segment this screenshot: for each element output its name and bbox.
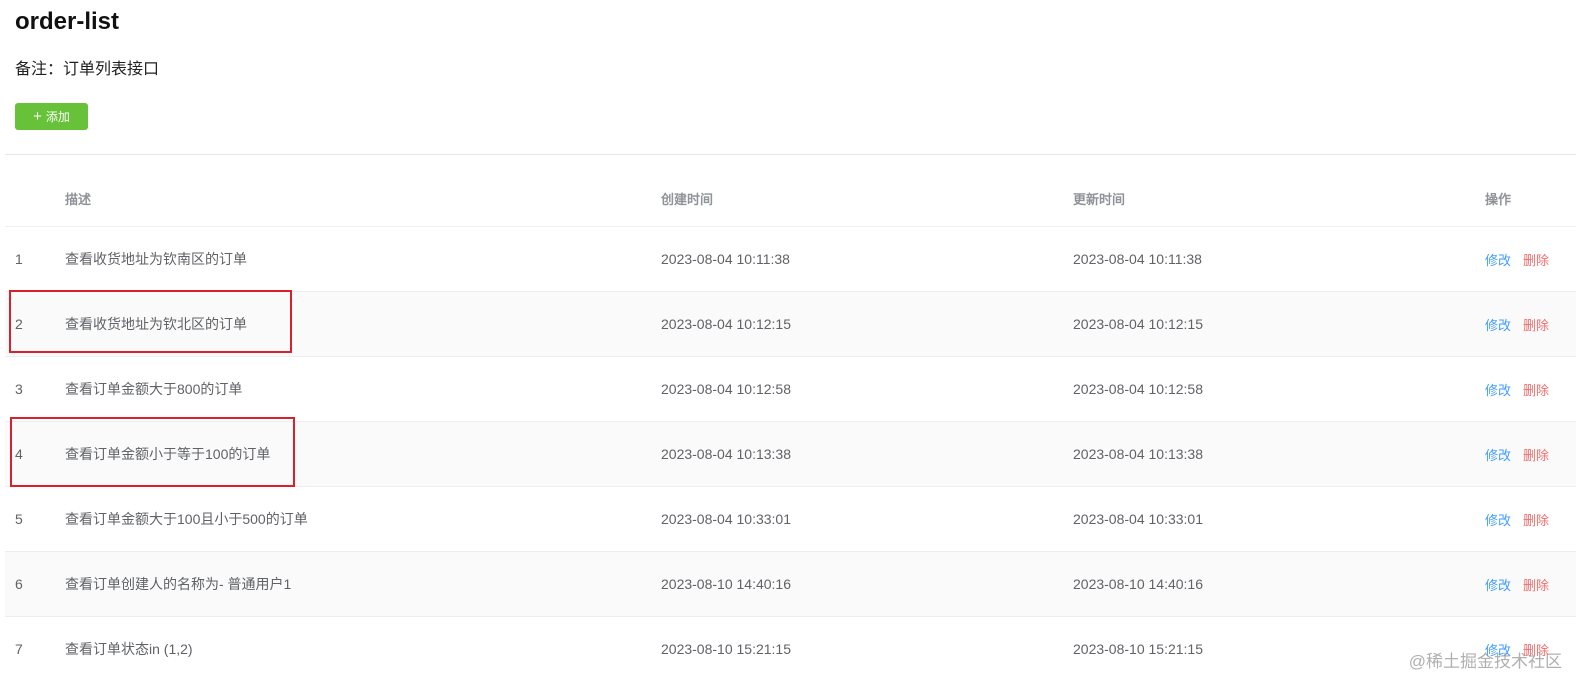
edit-link[interactable]: 修改	[1485, 510, 1511, 529]
row-updated-time: 2023-08-04 10:12:58	[1073, 381, 1203, 397]
table-row: 6 查看订单创建人的名称为- 普通用户1 2023-08-10 14:40:16 20…	[5, 552, 1576, 617]
row-actions: 修改 删除	[1485, 227, 1549, 291]
table-row: 2 查看收货地址为钦北区的订单 2023-08-04 10:12:15 2023-08…	[5, 292, 1576, 357]
table-row: 5 查看订单金额大于100且小于500的订单 2023-08-04 10:33:01…	[5, 487, 1576, 552]
plus-icon: +	[33, 107, 42, 125]
order-table: 描述 创建时间 更新时间 操作 1 查看收货地址为钦南区的订单 2023-08-04…	[5, 170, 1576, 680]
row-actions: 修改 删除	[1485, 487, 1549, 551]
row-updated-time: 2023-08-04 10:33:01	[1073, 511, 1203, 527]
delete-link[interactable]: 删除	[1523, 575, 1549, 594]
delete-link[interactable]: 删除	[1523, 445, 1549, 464]
header-description: 描述	[65, 191, 92, 207]
delete-link[interactable]: 删除	[1523, 315, 1549, 334]
row-actions: 修改 删除	[1485, 422, 1549, 486]
row-index: 4	[15, 446, 23, 462]
add-button-label: 添加	[45, 110, 70, 124]
add-button[interactable]: + 添加	[15, 103, 88, 130]
row-index: 1	[15, 251, 23, 267]
edit-link[interactable]: 修改	[1485, 575, 1511, 594]
row-index: 6	[15, 576, 23, 592]
table-row: 4 查看订单金额小于等于100的订单 2023-08-04 10:13:38 2023…	[5, 422, 1576, 487]
delete-link[interactable]: 删除	[1523, 510, 1549, 529]
row-actions: 修改 删除	[1485, 357, 1549, 421]
header-actions: 操作	[1485, 191, 1512, 207]
watermark: @稀土掘金技术社区	[1408, 652, 1562, 671]
row-description: 查看订单创建人的名称为- 普通用户1	[65, 576, 292, 592]
row-updated-time: 2023-08-10 15:21:15	[1073, 641, 1203, 657]
row-description: 查看订单金额小于等于100的订单	[65, 446, 271, 462]
delete-link[interactable]: 删除	[1523, 380, 1549, 399]
edit-link[interactable]: 修改	[1485, 445, 1511, 464]
page: order-list 备注：订单列表接口 + 添加 描述 创建时间 更新时间 操…	[0, 0, 1576, 680]
row-description: 查看收货地址为钦南区的订单	[65, 251, 247, 267]
page-remark: 备注：订单列表接口	[15, 61, 160, 78]
row-actions: 修改 删除	[1485, 552, 1549, 616]
row-created-time: 2023-08-04 10:12:15	[661, 316, 791, 332]
edit-link[interactable]: 修改	[1485, 250, 1511, 269]
row-actions: 修改 删除	[1485, 292, 1549, 356]
header-created-time: 创建时间	[661, 191, 714, 207]
divider	[5, 154, 1576, 155]
table-header: 描述 创建时间 更新时间 操作	[5, 170, 1576, 227]
row-updated-time: 2023-08-04 10:13:38	[1073, 446, 1203, 462]
row-created-time: 2023-08-10 14:40:16	[661, 576, 791, 592]
row-created-time: 2023-08-04 10:11:38	[661, 251, 790, 267]
table-row: 7 查看订单状态in (1,2) 2023-08-10 15:21:15 2023-0…	[5, 617, 1576, 680]
row-index: 5	[15, 511, 23, 527]
row-description: 查看订单金额大于100且小于500的订单	[65, 511, 308, 527]
row-updated-time: 2023-08-10 14:40:16	[1073, 576, 1203, 592]
row-index: 3	[15, 381, 23, 397]
table-row: 3 查看订单金额大于800的订单 2023-08-04 10:12:58 2023-0…	[5, 357, 1576, 422]
row-created-time: 2023-08-10 15:21:15	[661, 641, 791, 657]
row-created-time: 2023-08-04 10:13:38	[661, 446, 791, 462]
row-description: 查看订单金额大于800的订单	[65, 381, 243, 397]
row-index: 2	[15, 316, 23, 332]
row-created-time: 2023-08-04 10:33:01	[661, 511, 791, 527]
row-description: 查看订单状态in (1,2)	[65, 641, 193, 657]
delete-link[interactable]: 删除	[1523, 250, 1549, 269]
table-row: 1 查看收货地址为钦南区的订单 2023-08-04 10:11:38 2023-08…	[5, 227, 1576, 292]
edit-link[interactable]: 修改	[1485, 380, 1511, 399]
row-updated-time: 2023-08-04 10:11:38	[1073, 251, 1202, 267]
row-index: 7	[15, 641, 23, 657]
edit-link[interactable]: 修改	[1485, 315, 1511, 334]
row-updated-time: 2023-08-04 10:12:15	[1073, 316, 1203, 332]
page-title: order-list	[15, 8, 120, 35]
header-updated-time: 更新时间	[1073, 191, 1126, 207]
row-created-time: 2023-08-04 10:12:58	[661, 381, 791, 397]
row-description: 查看收货地址为钦北区的订单	[65, 316, 247, 332]
